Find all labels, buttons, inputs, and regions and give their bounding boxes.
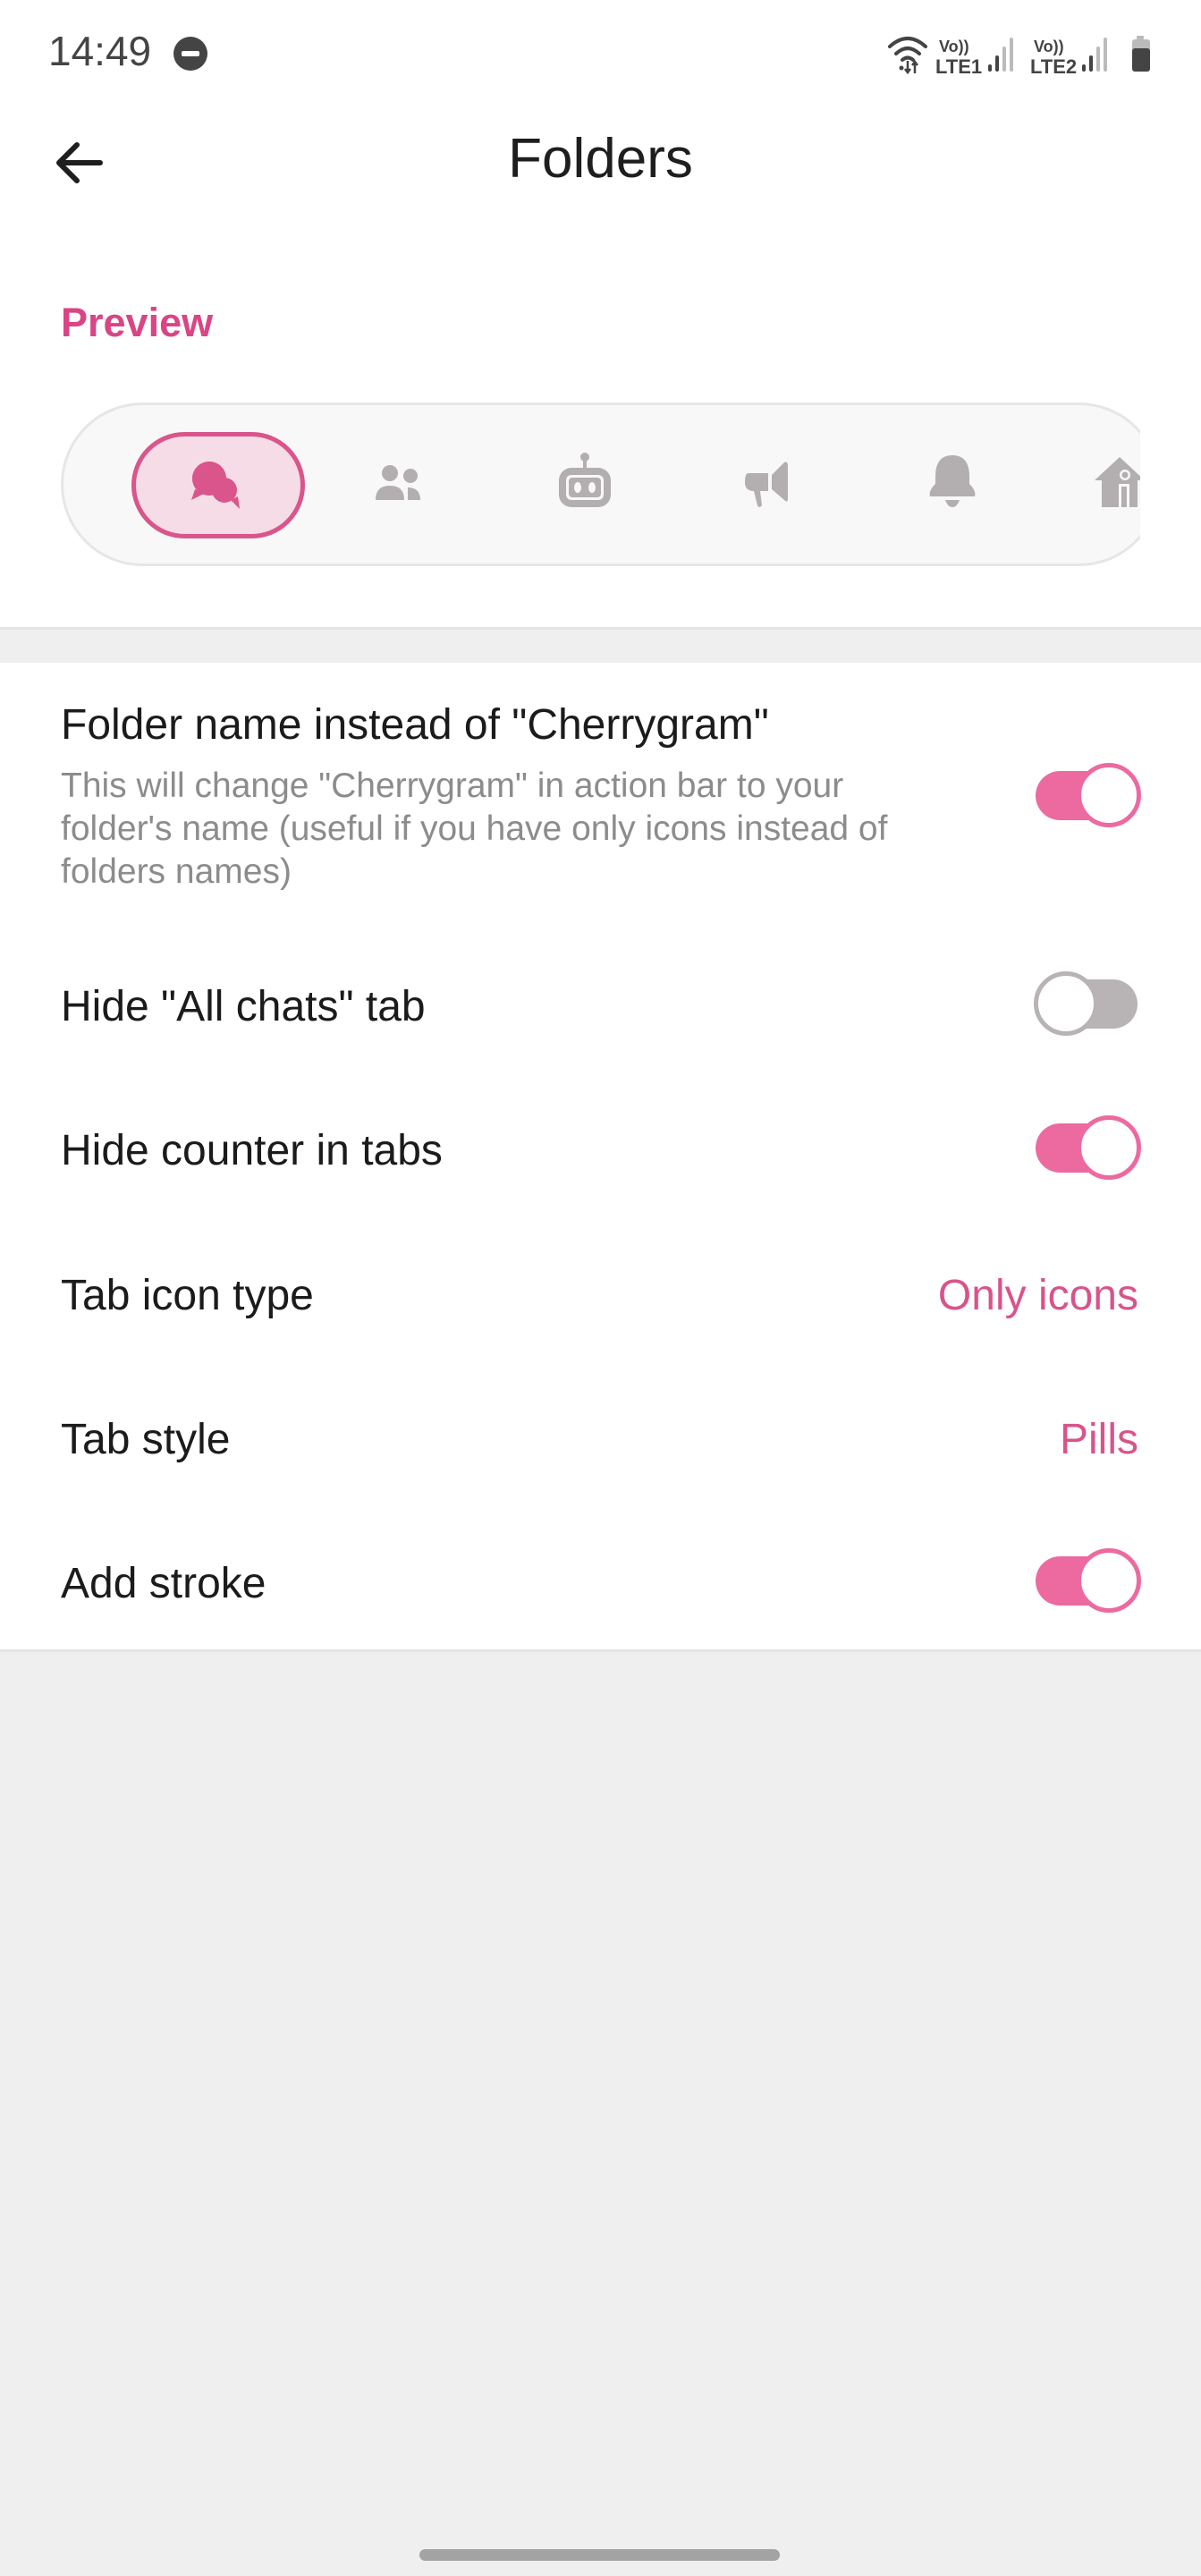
megaphone-icon[interactable] xyxy=(738,453,800,516)
wifi-icon xyxy=(888,37,927,62)
setting-title: Hide "All chats" tab xyxy=(61,983,426,1030)
setting-title: Add stroke xyxy=(61,1560,266,1607)
volte-lte1-icon: Vo)) LTE1 xyxy=(935,38,982,77)
hide-all-chats-toggle[interactable] xyxy=(1034,971,1139,1036)
toggle-thumb xyxy=(1077,763,1141,827)
status-time: 14:49 xyxy=(48,28,152,74)
tab-style-value[interactable]: Pills xyxy=(1060,1415,1138,1464)
section-divider xyxy=(0,627,1201,663)
battery-icon xyxy=(1132,36,1150,72)
gesture-navigation-bar[interactable] xyxy=(419,2549,780,2561)
chats-icon[interactable] xyxy=(186,453,249,516)
svg-text:LTE1: LTE1 xyxy=(935,55,982,77)
setting-title: Folder name instead of "Cherrygram" xyxy=(61,701,769,749)
wifi-arrows-icon xyxy=(899,59,918,75)
bot-icon[interactable] xyxy=(554,452,616,514)
do-not-disturb-icon xyxy=(173,37,207,71)
users-icon[interactable] xyxy=(368,453,431,516)
svg-text:LTE2: LTE2 xyxy=(1030,55,1077,77)
toggle-thumb xyxy=(1077,1115,1141,1180)
svg-text:Vo)): Vo)) xyxy=(939,38,969,55)
setting-title: Hide counter in tabs xyxy=(61,1127,443,1174)
setting-title: Tab icon type xyxy=(61,1272,314,1319)
signal-sim1-icon xyxy=(988,38,1013,72)
hide-counter-toggle[interactable] xyxy=(1034,1115,1141,1180)
volte-lte2-icon: Vo)) LTE2 xyxy=(1030,38,1077,77)
setting-title: Tab style xyxy=(61,1416,231,1463)
preview-section-label: Preview xyxy=(61,300,214,345)
svg-text:Vo)): Vo)) xyxy=(1034,38,1064,55)
status-icons: Vo)) LTE1 Vo)) LTE2 xyxy=(888,36,1150,77)
home-info-icon[interactable] xyxy=(1091,452,1140,514)
signal-sim2-icon xyxy=(1082,38,1107,72)
setting-subtitle: This will change "Cherrygram" in action … xyxy=(61,767,888,891)
toggle-thumb xyxy=(1077,1548,1141,1613)
page-title: Folders xyxy=(508,128,693,190)
tab-partial-clip xyxy=(1091,452,1140,514)
bell-icon[interactable] xyxy=(921,452,984,514)
folder-name-toggle[interactable] xyxy=(1034,763,1141,827)
tab-icon-type-value[interactable]: Only icons xyxy=(938,1271,1138,1320)
toggle-thumb xyxy=(1034,971,1098,1036)
add-stroke-toggle[interactable] xyxy=(1034,1548,1141,1613)
